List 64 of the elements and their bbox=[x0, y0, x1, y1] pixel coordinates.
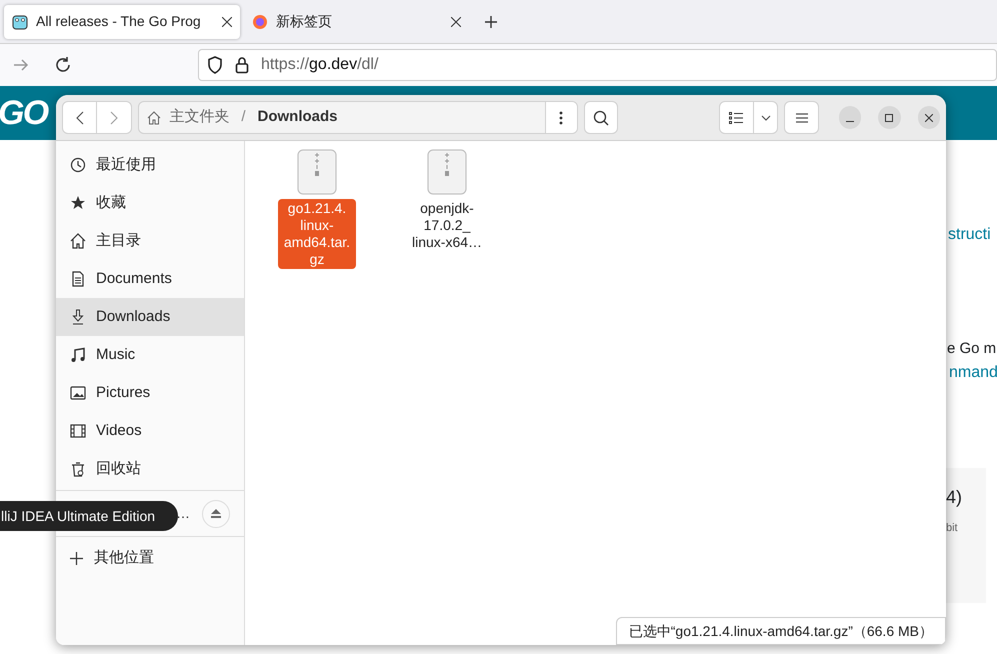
body-text: e Go m bbox=[947, 339, 996, 359]
image-icon bbox=[70, 385, 86, 401]
minimize-icon bbox=[846, 120, 854, 122]
sidebar-item[interactable]: Pictures bbox=[56, 374, 244, 412]
path-segment[interactable]: Downloads bbox=[258, 106, 338, 129]
sidebar-item[interactable]: 收藏 bbox=[56, 184, 244, 222]
go-logo[interactable]: GO bbox=[0, 88, 48, 138]
lock-icon bbox=[235, 56, 249, 74]
browser-logo-icon bbox=[252, 14, 268, 30]
download-icon bbox=[70, 309, 86, 325]
reload-icon[interactable] bbox=[54, 56, 72, 74]
clock-icon bbox=[70, 157, 86, 173]
mount-label[interactable]: … bbox=[176, 503, 190, 524]
status-bar: 已选中“go1.21.4.linux-amd64.tar.gz”（66.6 MB） bbox=[616, 617, 946, 645]
new-tab-icon[interactable] bbox=[485, 16, 497, 28]
search-button[interactable] bbox=[584, 101, 618, 134]
back-icon bbox=[76, 110, 84, 124]
sidebar-item[interactable]: Videos bbox=[56, 412, 244, 450]
maximize-button[interactable] bbox=[878, 106, 901, 129]
more-icon bbox=[559, 110, 564, 124]
menu-button[interactable] bbox=[784, 101, 819, 134]
shield-icon[interactable] bbox=[207, 56, 223, 74]
sidebar-item[interactable]: 最近使用 bbox=[56, 146, 244, 184]
card-title: 4) bbox=[946, 486, 962, 509]
maximize-icon bbox=[885, 114, 894, 122]
close-icon[interactable] bbox=[222, 16, 232, 26]
sidebar-item[interactable]: 回收站 bbox=[56, 450, 244, 488]
plus-icon bbox=[70, 552, 83, 565]
close-button[interactable] bbox=[918, 106, 940, 129]
sidebar-item[interactable]: Music bbox=[56, 336, 244, 374]
browser-tab[interactable]: 新标签页 bbox=[244, 4, 469, 38]
search-icon bbox=[592, 110, 609, 126]
path-separator: / bbox=[241, 107, 246, 128]
file-name[interactable]: go1.21.4. linux- amd64.tar. gz bbox=[278, 199, 356, 269]
archive-file-icon bbox=[297, 149, 337, 195]
trash-icon bbox=[70, 461, 86, 477]
file-name[interactable]: openjdk- 17.0.2_ linux-x64… bbox=[406, 199, 488, 252]
home-icon bbox=[147, 110, 162, 124]
home-icon bbox=[70, 233, 86, 249]
close-icon bbox=[924, 114, 933, 122]
menu-icon bbox=[796, 112, 808, 122]
close-icon[interactable] bbox=[451, 16, 461, 26]
card-note: bit bbox=[946, 521, 958, 536]
browser-tab[interactable]: All releases - The Go Prog bbox=[4, 4, 240, 38]
sidebar-item[interactable]: 主目录 bbox=[56, 222, 244, 260]
url-text: https://go.dev/dl/ bbox=[261, 55, 378, 75]
tooltip: lliJ IDEA Ultimate Edition bbox=[0, 501, 178, 531]
forward-icon bbox=[110, 110, 118, 124]
sidebar-item[interactable]: Documents bbox=[56, 260, 244, 298]
address-bar[interactable]: https://go.dev/dl/ bbox=[198, 49, 997, 81]
document-icon bbox=[70, 271, 86, 287]
sidebar-item[interactable]: Downloads bbox=[56, 298, 244, 336]
other-locations-item[interactable]: 其他位置 bbox=[94, 547, 154, 570]
archive-file-icon bbox=[427, 149, 467, 195]
link-text[interactable]: structi bbox=[948, 223, 991, 247]
eject-icon bbox=[211, 509, 221, 518]
film-icon bbox=[70, 423, 86, 439]
star-icon bbox=[70, 195, 86, 211]
path-segment[interactable]: 主文件夹 bbox=[169, 106, 230, 129]
eject-button[interactable] bbox=[202, 500, 230, 528]
music-note-icon bbox=[70, 347, 86, 363]
caret-icon bbox=[760, 114, 771, 120]
list-icon bbox=[729, 112, 744, 124]
link-text[interactable]: nmand bbox=[949, 361, 997, 385]
